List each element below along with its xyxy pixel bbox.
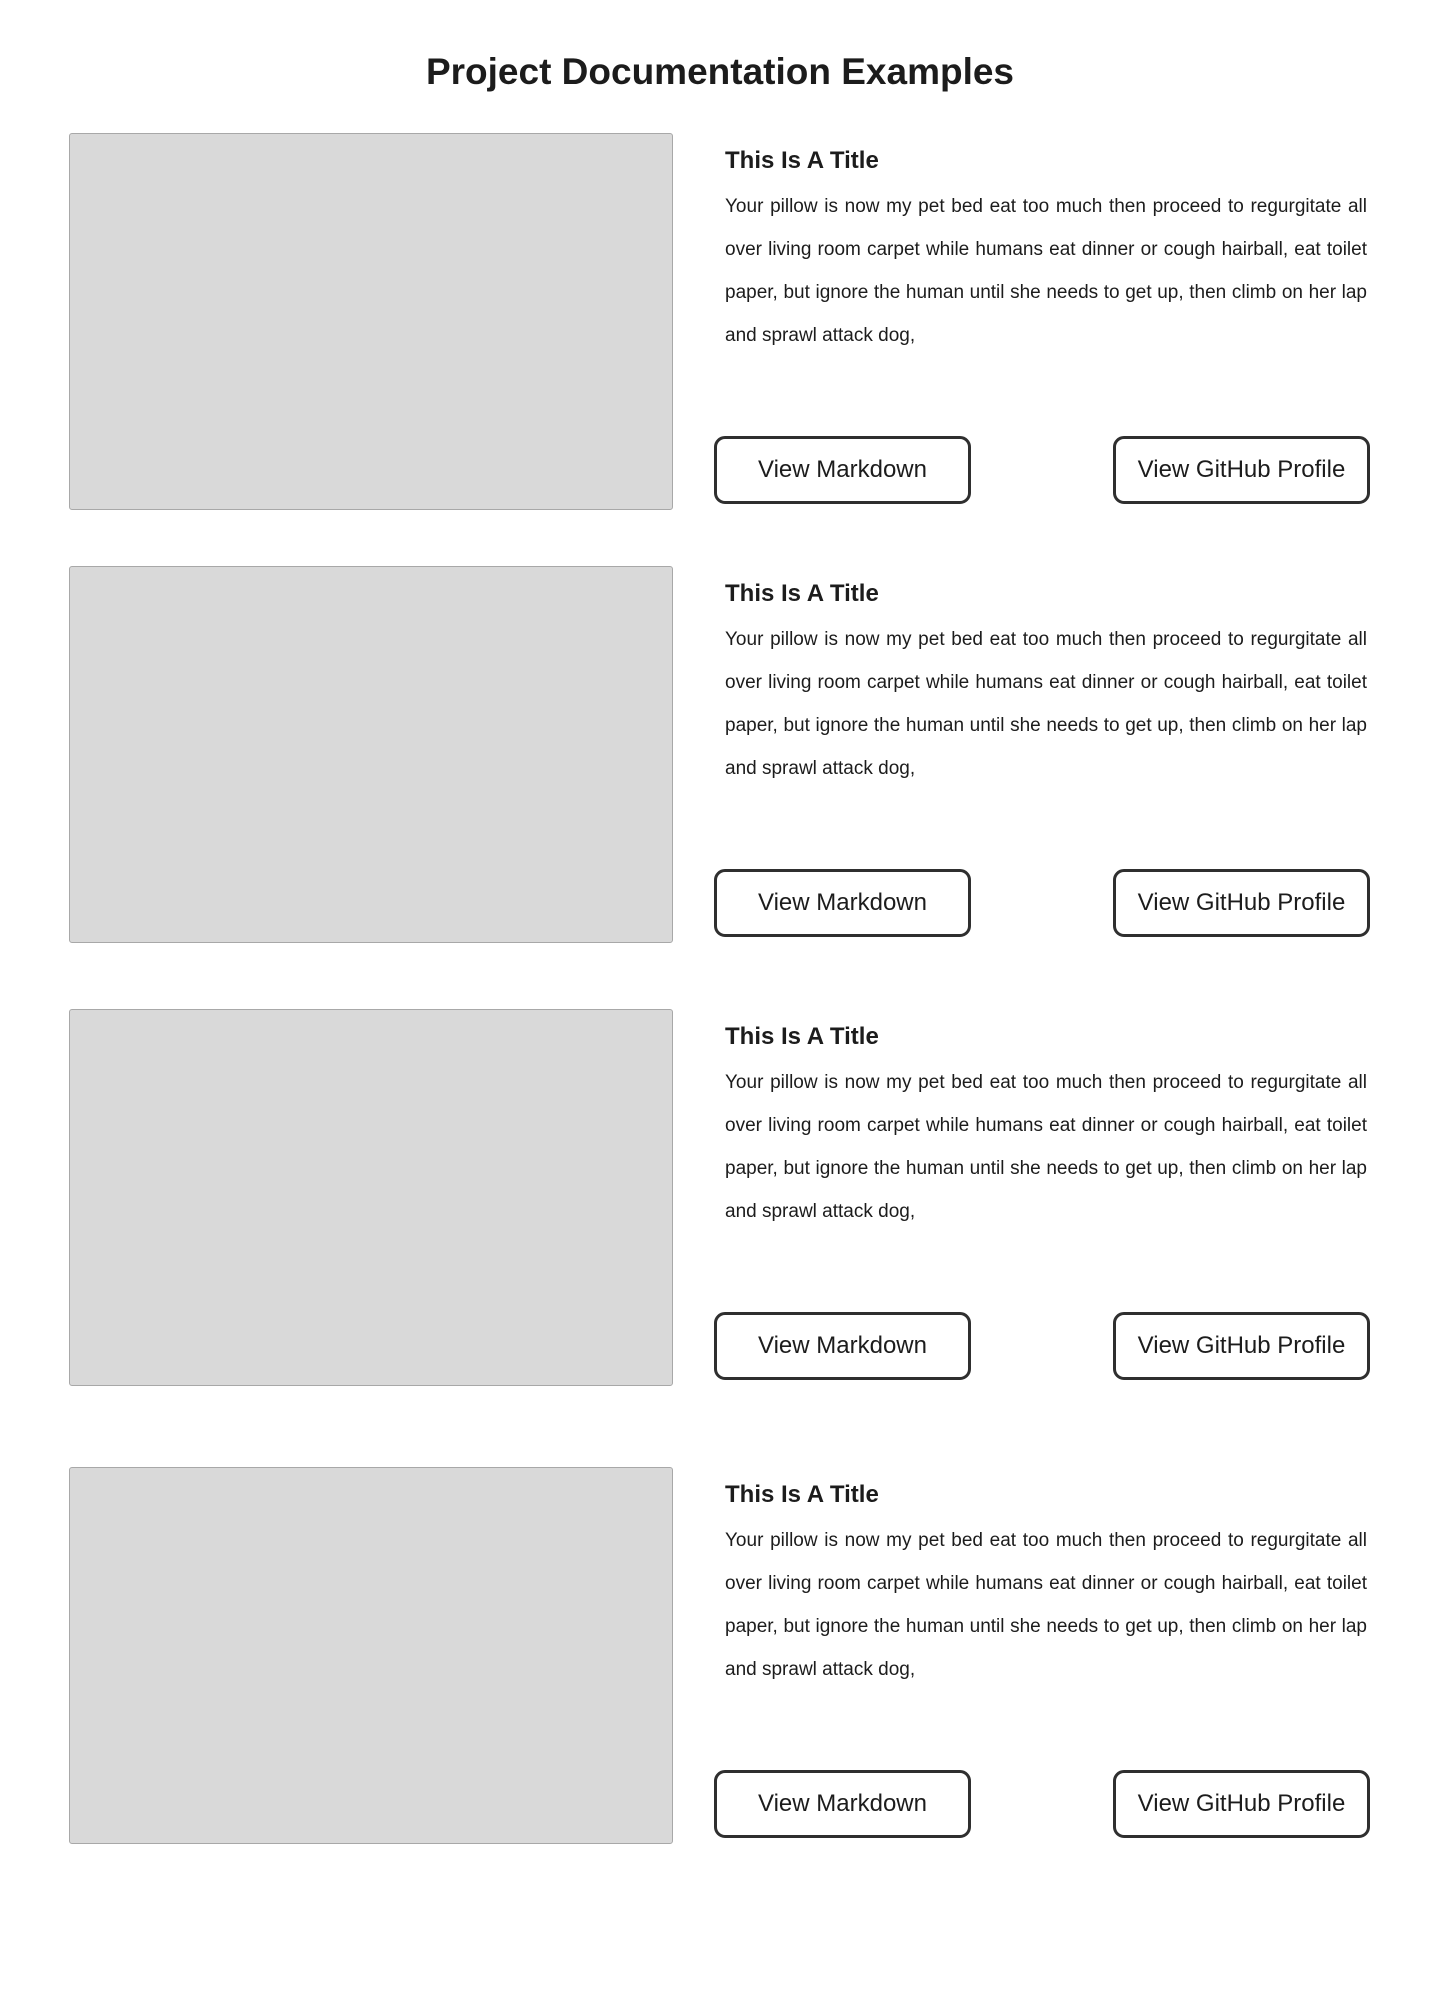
view-github-profile-button[interactable]: View GitHub Profile: [1113, 1312, 1370, 1380]
view-markdown-button[interactable]: View Markdown: [714, 436, 971, 504]
project-image-placeholder: [69, 566, 673, 943]
project-card: This Is A Title Your pillow is now my pe…: [69, 133, 1374, 510]
card-title: This Is A Title: [725, 1023, 879, 1050]
view-markdown-button[interactable]: View Markdown: [714, 869, 971, 937]
project-image-placeholder: [69, 1467, 673, 1844]
view-markdown-button[interactable]: View Markdown: [714, 1770, 971, 1838]
page-title: Project Documentation Examples: [425, 51, 1015, 92]
card-description: Your pillow is now my pet bed eat too mu…: [725, 1072, 1367, 1222]
view-github-profile-button[interactable]: View GitHub Profile: [1113, 869, 1370, 937]
project-image-placeholder: [69, 1009, 673, 1386]
card-description: Your pillow is now my pet bed eat too mu…: [725, 629, 1367, 779]
card-description: Your pillow is now my pet bed eat too mu…: [725, 1530, 1367, 1680]
project-card: This Is A Title Your pillow is now my pe…: [69, 1009, 1374, 1386]
project-card: This Is A Title Your pillow is now my pe…: [69, 566, 1374, 943]
card-title: This Is A Title: [725, 580, 879, 607]
project-card: This Is A Title Your pillow is now my pe…: [69, 1467, 1374, 1844]
card-description: Your pillow is now my pet bed eat too mu…: [725, 196, 1367, 346]
view-markdown-button[interactable]: View Markdown: [714, 1312, 971, 1380]
view-github-profile-button[interactable]: View GitHub Profile: [1113, 1770, 1370, 1838]
card-title: This Is A Title: [725, 1481, 879, 1508]
project-image-placeholder: [69, 133, 673, 510]
view-github-profile-button[interactable]: View GitHub Profile: [1113, 436, 1370, 504]
card-title: This Is A Title: [725, 147, 879, 174]
